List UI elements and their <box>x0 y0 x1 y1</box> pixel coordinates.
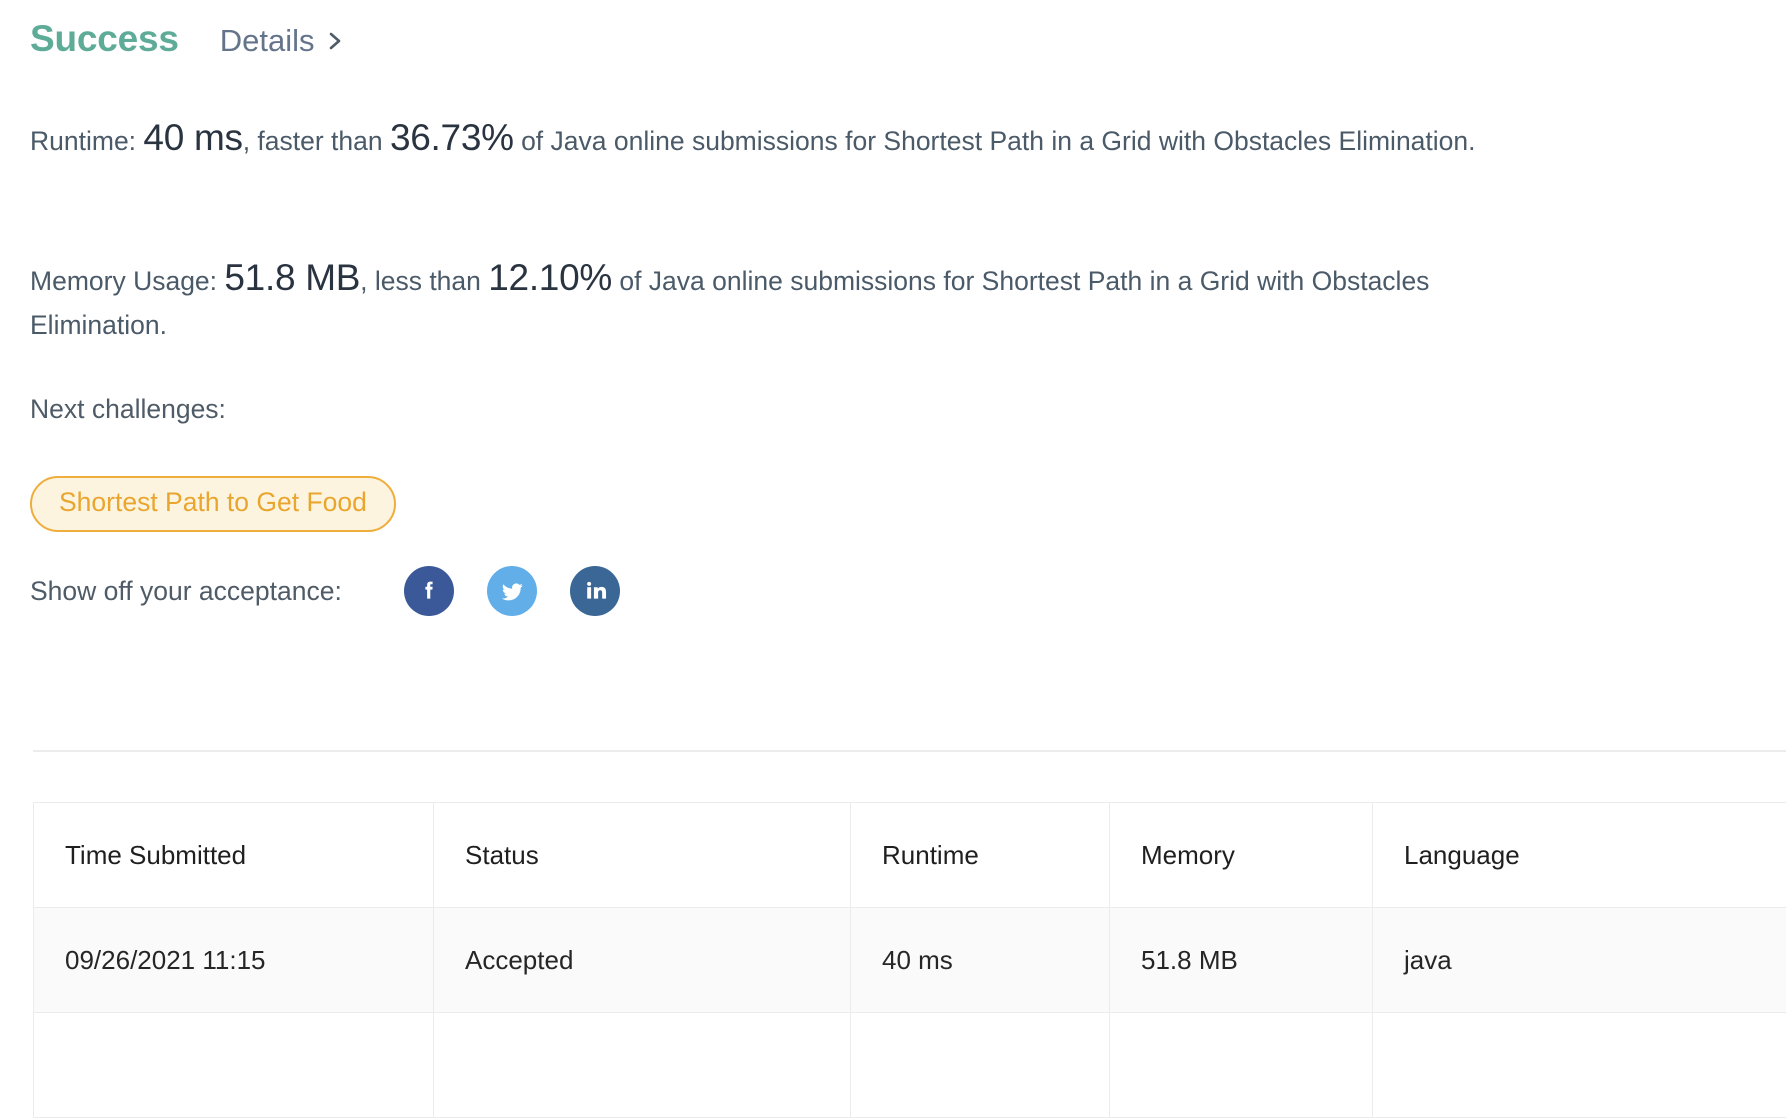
memory-percentile: 12.10% <box>488 257 612 298</box>
submissions-table: Time Submitted Status Runtime Memory Lan… <box>33 802 1786 1118</box>
memory-stat: Memory Usage: 51.8 MB, less than 12.10% … <box>30 256 1550 347</box>
share-row: Show off your acceptance: <box>30 566 620 616</box>
submissions-table-body: 09/26/2021 11:15 Accepted 40 ms 51.8 MB … <box>34 908 1786 1118</box>
runtime-value: 40 ms <box>143 117 242 158</box>
submissions-table-head: Time Submitted Status Runtime Memory Lan… <box>34 803 1786 908</box>
twitter-icon <box>497 576 527 606</box>
runtime-label: Runtime: <box>30 126 136 156</box>
column-header-memory[interactable]: Memory <box>1110 803 1373 908</box>
column-header-runtime[interactable]: Runtime <box>851 803 1110 908</box>
cell-time-submitted: 09/26/2021 11:15 <box>34 908 434 1013</box>
runtime-comparator: , faster than <box>243 126 390 156</box>
share-label: Show off your acceptance: <box>30 576 342 607</box>
next-challenges-label: Next challenges: <box>30 394 226 425</box>
linkedin-icon <box>582 578 608 604</box>
facebook-icon <box>415 577 443 605</box>
page-title: Success <box>30 20 179 57</box>
chevron-right-icon <box>328 29 344 53</box>
cell-memory <box>1110 1013 1373 1118</box>
details-link-label: Details <box>220 25 315 56</box>
result-header: Success Details <box>30 20 344 57</box>
runtime-suffix: of Java online submissions for Shortest … <box>514 126 1476 156</box>
column-header-time-submitted[interactable]: Time Submitted <box>34 803 434 908</box>
memory-value: 51.8 MB <box>224 257 360 298</box>
table-row[interactable]: 09/26/2021 11:15 Accepted 40 ms 51.8 MB … <box>34 908 1786 1013</box>
section-divider <box>33 750 1786 752</box>
twitter-share-button[interactable] <box>487 566 537 616</box>
memory-label: Memory Usage: <box>30 266 217 296</box>
table-header-row: Time Submitted Status Runtime Memory Lan… <box>34 803 1786 908</box>
facebook-share-button[interactable] <box>404 566 454 616</box>
table-row[interactable] <box>34 1013 1786 1118</box>
social-icon-group <box>404 566 620 616</box>
runtime-stat: Runtime: 40 ms, faster than 36.73% of Ja… <box>30 116 1550 163</box>
column-header-status[interactable]: Status <box>434 803 851 908</box>
submission-result-page: Success Details Runtime: 40 ms, faster t… <box>0 0 1786 1053</box>
memory-comparator: , less than <box>360 266 488 296</box>
cell-language <box>1373 1013 1786 1118</box>
details-link[interactable]: Details <box>220 25 344 56</box>
runtime-percentile: 36.73% <box>390 117 514 158</box>
cell-language: java <box>1373 908 1786 1013</box>
next-challenge-chip[interactable]: Shortest Path to Get Food <box>30 476 396 532</box>
cell-runtime: 40 ms <box>851 908 1110 1013</box>
cell-memory: 51.8 MB <box>1110 908 1373 1013</box>
status-badge[interactable]: Accepted <box>434 908 851 1013</box>
cell-runtime <box>851 1013 1110 1118</box>
status-badge[interactable] <box>434 1013 851 1118</box>
cell-time-submitted <box>34 1013 434 1118</box>
column-header-language[interactable]: Language <box>1373 803 1786 908</box>
linkedin-share-button[interactable] <box>570 566 620 616</box>
